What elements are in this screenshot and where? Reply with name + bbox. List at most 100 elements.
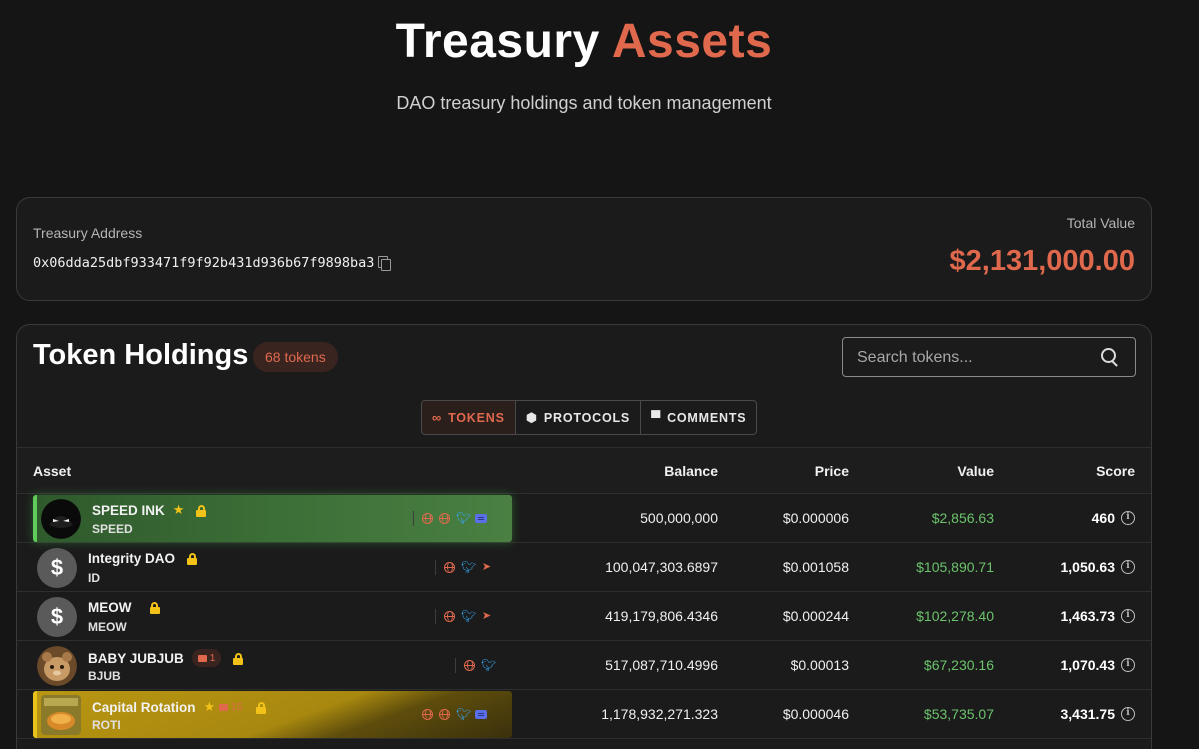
token-name: Integrity DAO (88, 551, 198, 566)
token-name-text: Capital Rotation (92, 699, 196, 715)
globe-icon[interactable] (422, 709, 433, 720)
comment-icon (219, 703, 229, 711)
search-icon[interactable] (1101, 348, 1119, 366)
twitter-icon[interactable]: 🐦︎ (456, 512, 471, 525)
token-score: 1,070.43 i (1061, 657, 1135, 673)
info-icon[interactable]: i (1121, 560, 1135, 574)
token-links: 🐦︎ ➤ (435, 560, 493, 575)
discord-icon[interactable] (475, 514, 487, 523)
column-asset[interactable]: Asset (33, 463, 71, 479)
twitter-icon[interactable]: 🐦︎ (456, 708, 471, 721)
twitter-icon[interactable]: 🐦︎ (461, 610, 476, 623)
token-count-badge: 68 tokens (253, 342, 338, 372)
copy-icon[interactable] (378, 256, 392, 271)
token-symbol: BJUB (88, 669, 121, 683)
token-links: 🐦︎ ➤ (435, 609, 493, 624)
token-score: 3,431.75 i (1061, 706, 1135, 722)
lock-icon (256, 701, 267, 714)
globe-icon[interactable] (422, 513, 433, 524)
globe-icon[interactable] (444, 611, 455, 622)
tab-protocols[interactable]: ⬢ PROTOCOLS (516, 401, 642, 434)
token-avatar (41, 499, 81, 539)
token-name-text: Integrity DAO (88, 551, 176, 566)
token-score: 1,463.73 i (1060, 608, 1135, 624)
comment-count-badge[interactable]: 15 (217, 698, 244, 716)
info-icon[interactable]: i (1121, 511, 1135, 525)
token-value: $67,230.16 (923, 657, 994, 673)
star-icon[interactable]: ★ (204, 699, 216, 715)
tab-comments[interactable]: ▀ COMMENTS (641, 401, 756, 434)
info-icon[interactable]: i (1121, 707, 1135, 721)
telegram-icon[interactable]: ➤ (480, 561, 493, 574)
total-value: $2,131,000.00 (949, 245, 1135, 277)
token-symbol: ROTI (92, 718, 121, 732)
token-score-value: 460 (1091, 510, 1115, 526)
token-name-text: MEOW (88, 600, 132, 615)
comment-icon (197, 654, 207, 662)
token-balance: 500,000,000 (640, 510, 718, 526)
table-row[interactable]: $ MEOW MEOW 🐦︎ ➤ 419,179,806.4346 $0.000… (17, 592, 1151, 641)
info-icon[interactable]: i (1121, 658, 1135, 672)
comment-count: 15 (231, 701, 243, 713)
page-title: Treasury Assets (0, 14, 1168, 69)
token-price: $0.000046 (782, 706, 849, 722)
lock-icon (196, 504, 207, 517)
treasury-address-label: Treasury Address (33, 225, 143, 241)
table-header: Asset Balance Price Value Score (17, 447, 1151, 494)
search-tokens-input[interactable]: Search tokens... (842, 337, 1136, 377)
star-icon[interactable]: ★ (173, 502, 185, 518)
tab-protocols-label: PROTOCOLS (543, 410, 631, 425)
comment-count-badge[interactable]: 1 (191, 649, 222, 667)
token-name-text: BABY JUBJUB (88, 650, 184, 666)
info-icon[interactable]: i (1121, 609, 1135, 623)
token-value: $102,278.40 (916, 608, 994, 624)
table-row[interactable]: BABY JUBJUB 1 BJUB 🐦︎ 517,087,710.4996 $… (17, 641, 1151, 690)
column-score[interactable]: Score (1096, 463, 1135, 479)
token-name-text: SPEED INK (92, 502, 165, 518)
search-placeholder: Search tokens... (857, 349, 973, 366)
treasury-address: 0x06dda25dbf933471f9f92b431d936b67f9898b… (33, 255, 392, 271)
token-holdings-title: Token Holdings (33, 339, 249, 371)
token-balance: 1,178,932,271.323 (601, 706, 718, 722)
telegram-icon[interactable]: ➤ (480, 610, 493, 623)
token-links: 🐦︎ (413, 511, 487, 526)
table-row[interactable]: Capital Rotation ★ 15 ROTI 🐦︎ 1,178,932,… (17, 690, 1151, 739)
token-balance: 100,047,303.6897 (605, 559, 718, 575)
column-balance[interactable]: Balance (664, 463, 718, 479)
globe-icon[interactable] (439, 709, 450, 720)
column-value[interactable]: Value (957, 463, 994, 479)
twitter-icon[interactable]: 🐦︎ (461, 561, 476, 574)
token-score-value: 1,463.73 (1060, 608, 1116, 624)
token-holdings-card: Token Holdings 68 tokens Search tokens..… (16, 324, 1152, 749)
token-avatar (41, 695, 81, 735)
globe-icon[interactable] (444, 562, 455, 573)
token-score: 1,050.63 i (1060, 559, 1135, 575)
page-title-accent: Assets (611, 15, 773, 68)
treasury-address-value: 0x06dda25dbf933471f9f92b431d936b67f9898b… (33, 255, 375, 271)
token-symbol: MEOW (88, 620, 127, 634)
table-row[interactable]: $ Integrity DAO ID 🐦︎ ➤ 100,047,303.6897… (17, 543, 1151, 592)
tab-tokens[interactable]: ∞ TOKENS (422, 401, 516, 434)
tab-comments-label: COMMENTS (667, 410, 747, 425)
twitter-icon[interactable]: 🐦︎ (481, 659, 496, 672)
comment-icon: ▀ (651, 410, 662, 425)
token-avatar: $ (37, 548, 77, 588)
discord-icon[interactable] (475, 710, 487, 719)
token-value: $2,856.63 (931, 510, 994, 526)
infinity-icon: ∞ (432, 410, 443, 425)
token-balance: 517,087,710.4996 (605, 657, 718, 673)
token-score-value: 1,050.63 (1060, 559, 1116, 575)
token-avatar (37, 646, 77, 686)
token-links: 🐦︎ (413, 707, 487, 722)
lock-icon (187, 553, 198, 565)
token-price: $0.00013 (790, 657, 849, 673)
page-title-main: Treasury (395, 15, 600, 68)
token-name: BABY JUBJUB 1 (88, 649, 244, 667)
table-row[interactable]: SPEED INK ★ SPEED 🐦︎ 500,000,000 $0.0000… (17, 494, 1151, 543)
column-price[interactable]: Price (815, 463, 849, 479)
token-avatar: $ (37, 597, 77, 637)
token-score: 460 i (1092, 510, 1135, 526)
token-name: SPEED INK ★ (92, 502, 207, 518)
globe-icon[interactable] (439, 513, 450, 524)
globe-icon[interactable] (464, 660, 475, 671)
